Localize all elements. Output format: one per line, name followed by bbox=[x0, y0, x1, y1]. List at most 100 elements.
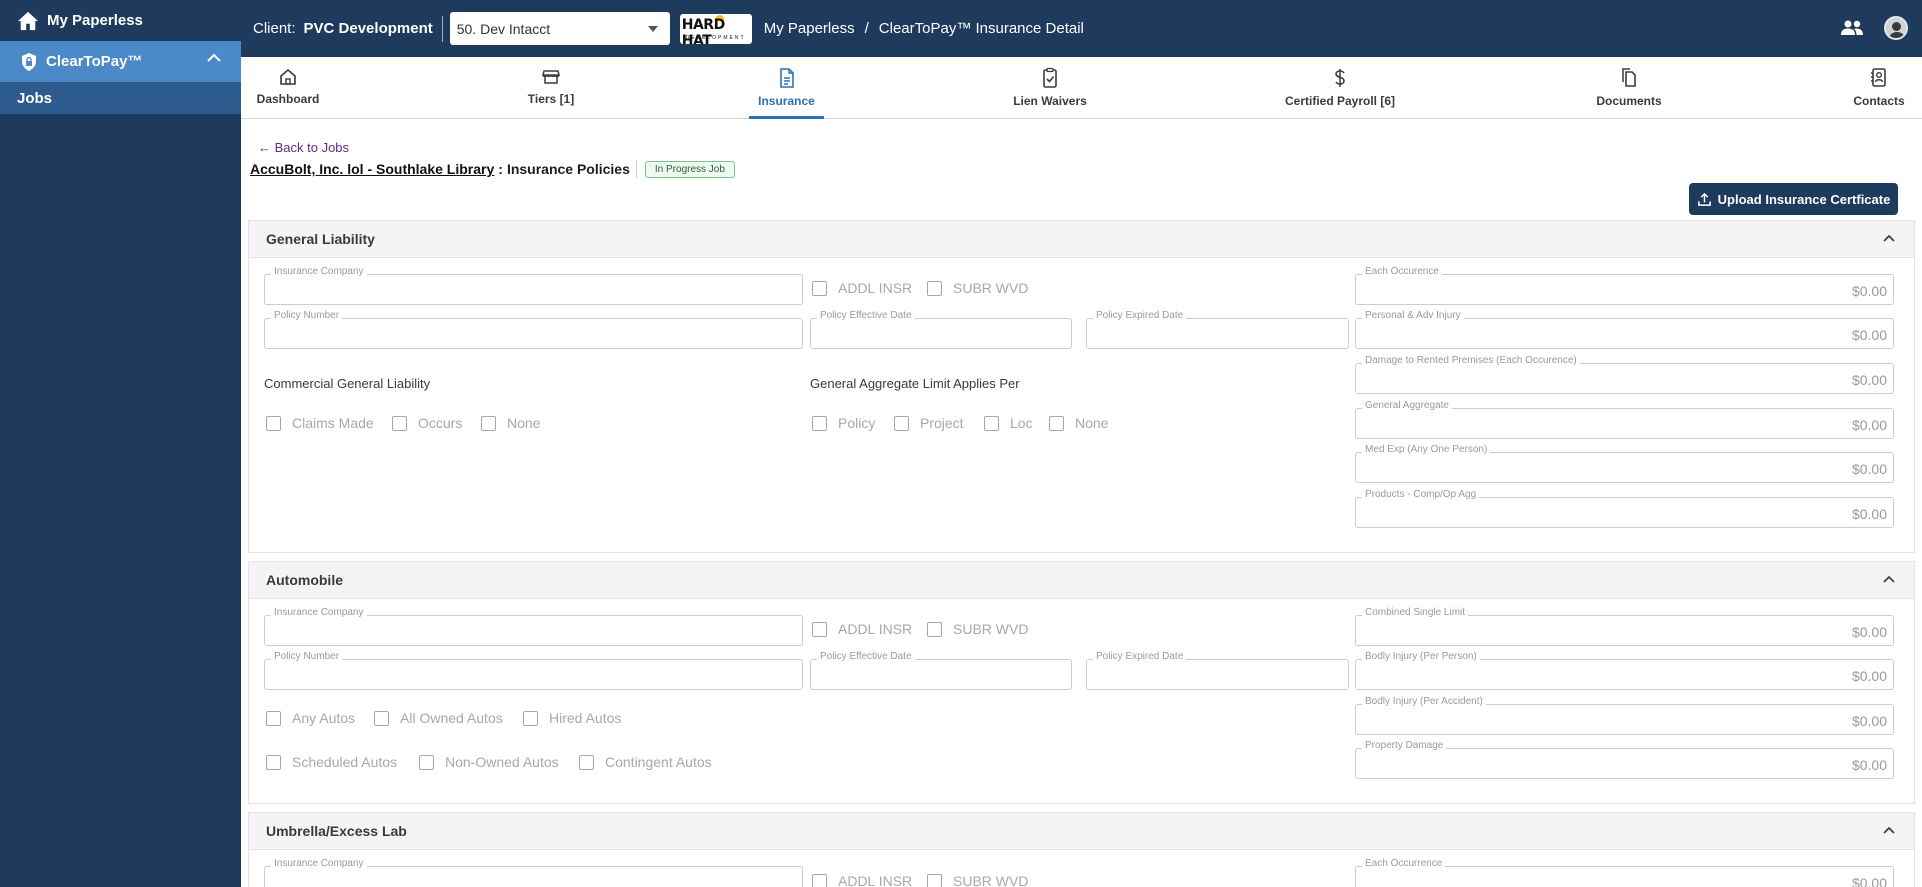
breadcrumb-separator: / bbox=[864, 20, 869, 37]
hired-autos-checkbox[interactable]: Hired Autos bbox=[523, 710, 621, 726]
sidebar-item-jobs[interactable]: Jobs bbox=[0, 82, 241, 114]
property-damage-field[interactable]: Property Damage $0.00 bbox=[1355, 740, 1894, 779]
insurance-company-field[interactable]: Insurance Company bbox=[264, 266, 803, 305]
aggregate-none-checkbox[interactable]: None bbox=[1049, 415, 1108, 431]
tab-contacts[interactable]: Contacts bbox=[1841, 57, 1917, 118]
med-exp-field[interactable]: Med Exp (Any One Person) $0.00 bbox=[1355, 444, 1894, 483]
umbrella-panel: Umbrella/Excess Lab Insurance Company AD… bbox=[248, 812, 1915, 887]
general-aggregate-field[interactable]: General Aggregate $0.00 bbox=[1355, 400, 1894, 439]
page-title-row: AccuBolt, Inc. lol - Southlake Library :… bbox=[250, 160, 735, 178]
policy-number-field[interactable]: Policy Number bbox=[264, 651, 803, 690]
upload-button-label: Upload Insurance Certficate bbox=[1717, 191, 1891, 207]
policy-expired-date-field[interactable]: Policy Expired Date bbox=[1086, 310, 1349, 349]
contingent-autos-checkbox[interactable]: Contingent Autos bbox=[579, 754, 712, 770]
divider bbox=[441, 15, 443, 42]
sidebar-app-label: ClearToPay™ bbox=[46, 53, 143, 70]
addl-insr-checkbox[interactable]: ADDL INSR bbox=[812, 621, 912, 637]
sidebar-home-link[interactable]: My Paperless bbox=[0, 0, 241, 41]
aggregate-label: General Aggregate Limit Applies Per bbox=[810, 376, 1020, 391]
damage-rented-premises-field[interactable]: Damage to Rented Premises (Each Occurenc… bbox=[1355, 355, 1894, 394]
personal-adv-injury-field[interactable]: Personal & Adv Injury $0.00 bbox=[1355, 310, 1894, 349]
chevron-up-icon[interactable] bbox=[1882, 233, 1896, 243]
cgl-none-checkbox[interactable]: None bbox=[481, 415, 540, 431]
tab-label: Certified Payroll [6] bbox=[1284, 94, 1396, 108]
scheduled-autos-checkbox[interactable]: Scheduled Autos bbox=[266, 754, 397, 770]
client-select-value: 50. Dev Intacct bbox=[456, 20, 551, 37]
tab-label: Lien Waivers bbox=[1013, 94, 1087, 108]
policy-effective-date-field[interactable]: Policy Effective Date bbox=[810, 310, 1072, 349]
subr-wvd-checkbox[interactable]: SUBR WVD bbox=[927, 621, 1028, 637]
client-label: Client: bbox=[253, 20, 296, 37]
tab-documents[interactable]: Documents bbox=[1586, 57, 1672, 118]
claims-made-checkbox[interactable]: Claims Made bbox=[266, 415, 374, 431]
automobile-panel: Automobile Insurance Company ADDL INSR S… bbox=[248, 561, 1915, 804]
tab-label: Insurance bbox=[758, 94, 815, 108]
occurs-checkbox[interactable]: Occurs bbox=[392, 415, 462, 431]
panel-title: Automobile bbox=[266, 572, 343, 588]
tab-tiers[interactable]: Tiers [1] bbox=[505, 57, 597, 118]
aggregate-policy-checkbox[interactable]: Policy bbox=[812, 415, 875, 431]
insurance-company-field[interactable]: Insurance Company bbox=[264, 858, 803, 887]
sidebar-home-label: My Paperless bbox=[47, 12, 143, 29]
documents-icon bbox=[1622, 68, 1636, 87]
each-occurence-field[interactable]: Each Occurence $0.00 bbox=[1355, 266, 1894, 305]
sidebar-item-label: Jobs bbox=[17, 89, 53, 107]
back-to-jobs-link[interactable]: ← Back to Jobs bbox=[258, 140, 349, 155]
chevron-up-icon[interactable] bbox=[207, 53, 221, 63]
page-title: Insurance Policies bbox=[506, 161, 630, 177]
job-name-link[interactable]: AccuBolt, Inc. lol - Southlake Library bbox=[250, 161, 494, 177]
upload-insurance-button[interactable]: Upload Insurance Certficate bbox=[1689, 183, 1898, 215]
tab-lien-waivers[interactable]: Lien Waivers bbox=[1001, 57, 1099, 118]
subr-wvd-checkbox[interactable]: SUBR WVD bbox=[927, 873, 1028, 887]
panel-header[interactable]: Umbrella/Excess Lab bbox=[249, 813, 1914, 850]
clipboard-check-icon bbox=[1043, 67, 1057, 88]
each-occurrence-field[interactable]: Each Occurrence $0.00 bbox=[1355, 858, 1894, 887]
panel-title: Umbrella/Excess Lab bbox=[266, 823, 407, 839]
bodily-injury-per-person-field[interactable]: Bodly Injury (Per Person) $0.00 bbox=[1355, 651, 1894, 690]
client-select[interactable]: 50. Dev Intacct bbox=[449, 12, 670, 45]
combined-single-limit-field[interactable]: Combined Single Limit $0.00 bbox=[1355, 607, 1894, 646]
subr-wvd-checkbox[interactable]: SUBR WVD bbox=[927, 280, 1028, 296]
breadcrumb-root[interactable]: My Paperless bbox=[764, 20, 855, 37]
products-comp-op-agg-field[interactable]: Products - Comp/Op Agg $0.00 bbox=[1355, 489, 1894, 528]
panel-title: General Liability bbox=[266, 231, 375, 247]
policy-effective-date-field[interactable]: Policy Effective Date bbox=[810, 651, 1072, 690]
cgl-label: Commercial General Liability bbox=[264, 376, 431, 391]
non-owned-autos-checkbox[interactable]: Non-Owned Autos bbox=[419, 754, 559, 770]
people-icon[interactable] bbox=[1840, 20, 1864, 36]
company-logo: HARD HAT DEVELOPMENT bbox=[679, 13, 752, 44]
panel-header[interactable]: Automobile bbox=[249, 562, 1914, 599]
sidebar-app-cleartopay[interactable]: ClearToPay™ bbox=[0, 41, 241, 82]
insurance-company-field[interactable]: Insurance Company bbox=[264, 607, 803, 646]
divider bbox=[635, 160, 637, 178]
tab-bar: Dashboard Tiers [1] Insurance Lien Waive… bbox=[241, 57, 1922, 119]
general-liability-panel: General Liability Insurance Company ADDL… bbox=[248, 220, 1915, 553]
chevron-up-icon[interactable] bbox=[1882, 574, 1896, 584]
tab-label: Dashboard bbox=[256, 92, 320, 106]
panel-header[interactable]: General Liability bbox=[249, 221, 1914, 258]
shield-lock-icon bbox=[22, 52, 36, 71]
home-icon bbox=[280, 68, 296, 85]
tab-certified-payroll[interactable]: Certified Payroll [6] bbox=[1278, 57, 1402, 118]
aggregate-project-checkbox[interactable]: Project bbox=[894, 415, 964, 431]
header-bar: Client: PVC Development 50. Dev Intacct … bbox=[241, 0, 1922, 57]
sidebar: My Paperless ClearToPay™ Jobs bbox=[0, 0, 241, 887]
tab-dashboard[interactable]: Dashboard bbox=[241, 57, 335, 118]
policy-expired-date-field[interactable]: Policy Expired Date bbox=[1086, 651, 1349, 690]
all-owned-autos-checkbox[interactable]: All Owned Autos bbox=[374, 710, 503, 726]
addl-insr-checkbox[interactable]: ADDL INSR bbox=[812, 280, 912, 296]
tab-label: Tiers [1] bbox=[527, 92, 575, 106]
any-autos-checkbox[interactable]: Any Autos bbox=[266, 710, 355, 726]
client-name: PVC Development bbox=[303, 20, 433, 37]
home-icon bbox=[18, 11, 38, 30]
avatar[interactable] bbox=[1884, 16, 1908, 40]
aggregate-loc-checkbox[interactable]: Loc bbox=[984, 415, 1033, 431]
bodily-injury-per-accident-field[interactable]: Bodly Injury (Per Accident) $0.00 bbox=[1355, 696, 1894, 735]
store-icon bbox=[542, 70, 560, 84]
dropdown-caret-icon bbox=[647, 26, 658, 32]
status-badge: In Progress Job bbox=[644, 160, 735, 178]
addl-insr-checkbox[interactable]: ADDL INSR bbox=[812, 873, 912, 887]
chevron-up-icon[interactable] bbox=[1882, 825, 1896, 835]
policy-number-field[interactable]: Policy Number bbox=[264, 310, 803, 349]
tab-insurance[interactable]: Insurance bbox=[749, 57, 824, 119]
